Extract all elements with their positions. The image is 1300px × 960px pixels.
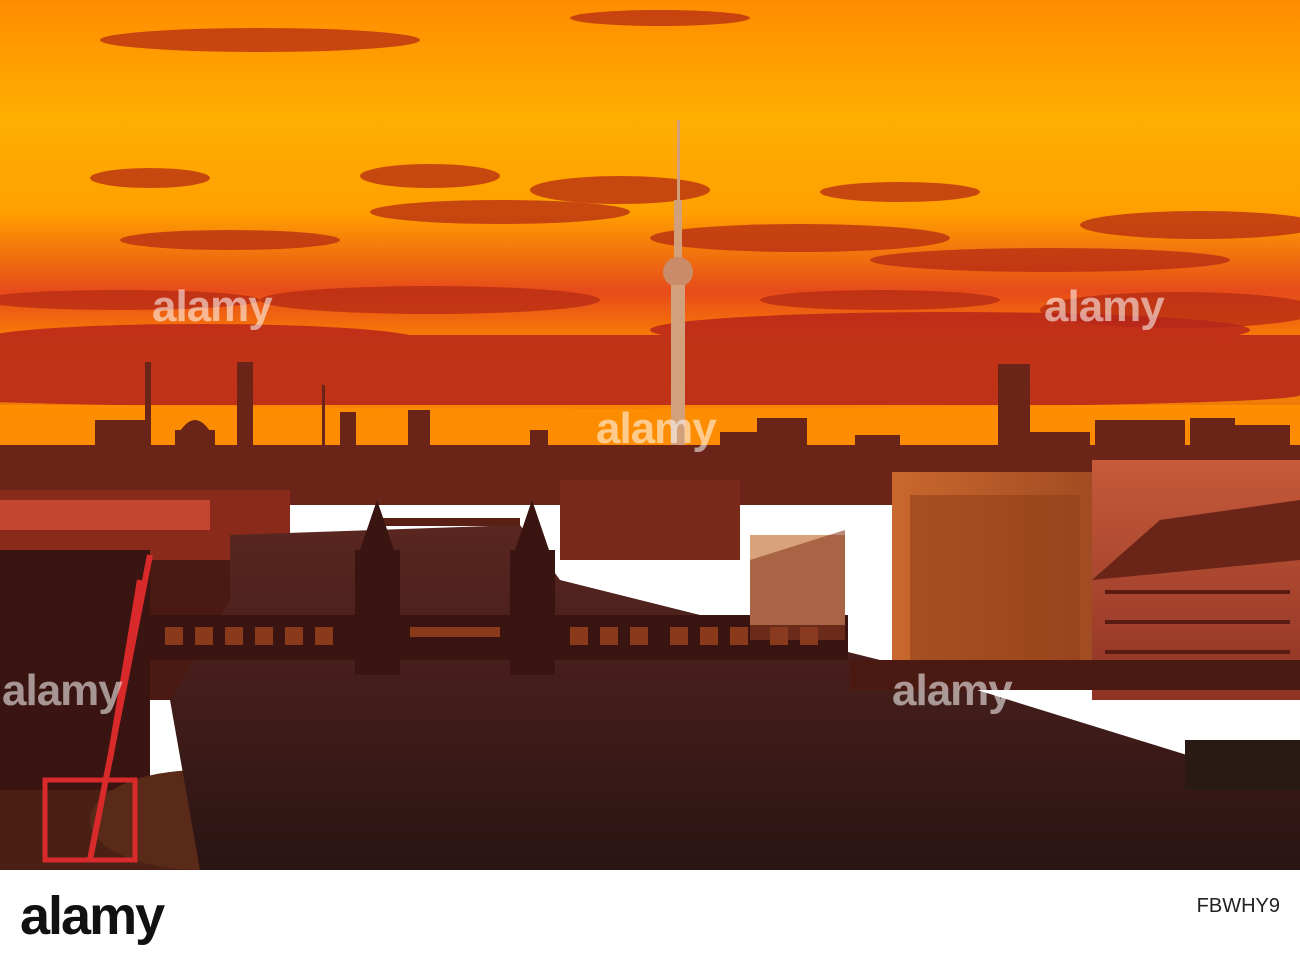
footer-bar: alamy FBWHY9	[0, 870, 1300, 960]
image-id: FBWHY9	[1196, 895, 1280, 917]
far-bridge	[380, 518, 520, 526]
stock-photo: alamy alamy alamy alamy alamy	[0, 0, 1300, 870]
alamy-logo[interactable]: alamy	[20, 885, 165, 947]
photo-scene	[0, 0, 1300, 870]
